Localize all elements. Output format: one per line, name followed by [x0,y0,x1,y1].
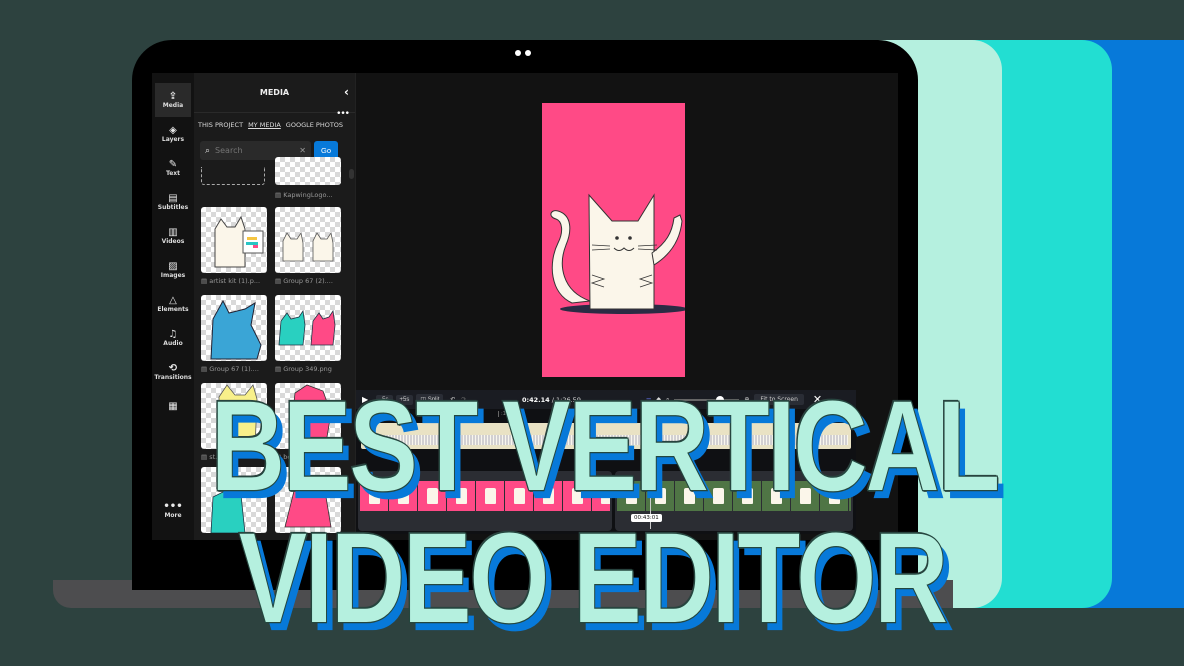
tab-this-project[interactable]: THIS PROJECT [198,121,243,129]
tab-google-photos[interactable]: GOOGLE PHOTOS [286,121,343,129]
upload-placeholder[interactable] [201,167,265,185]
sidebar-item-label: Media [162,102,184,109]
sidebar-item-label: Elements [157,306,189,313]
sidebar-item-label: Images [160,272,186,279]
media-thumb[interactable] [275,207,341,273]
sidebar-item-label: Text [165,170,181,177]
media-thumb[interactable] [275,295,341,361]
sidebar-item-images[interactable]: ▨ Images [155,253,191,287]
search-icon: ⌕ [205,145,211,156]
media-thumb[interactable] [201,295,267,361]
media-caption: ▤ Group 349.png [275,365,332,373]
shapes-icon: △ [169,295,177,306]
media-caption: ▤ Group 67 (1).... [201,365,259,373]
sidebar-item-audio[interactable]: ♫ Audio [155,321,191,355]
media-caption: ▤ artist kit (1).p... [201,277,261,285]
sidebar-item-text[interactable]: ✎ Text [155,151,191,185]
media-scrollbar-thumb[interactable] [349,169,354,179]
film-icon: ▥ [168,227,178,238]
more-options-icon[interactable]: ••• [336,109,350,119]
sidebar-item-label: Layers [161,136,185,143]
media-caption: ▤ KapwingLogo... [275,191,333,199]
clear-search-icon[interactable]: ✕ [299,146,306,155]
search-input[interactable] [215,146,286,155]
sidebar-item-media[interactable]: ⇪ Media [155,83,191,117]
media-tabs: THIS PROJECT MY MEDIA GOOGLE PHOTOS [194,113,355,129]
headline-line-1: BEST VERTICAL [210,374,1001,520]
collapse-panel-icon[interactable]: ‹ [344,85,349,99]
sidebar-item-subtitles[interactable]: ▤ Subtitles [155,185,191,219]
upload-cloud-icon: ⇪ [168,91,178,102]
music-note-icon: ♫ [168,329,178,340]
subtitles-icon: ▤ [168,193,178,204]
tab-my-media[interactable]: MY MEDIA [248,121,281,129]
sidebar-item-layers[interactable]: ◈ Layers [155,117,191,151]
headline-line-2: VIDEO EDITOR [238,506,950,652]
panel-title: MEDIA [259,88,290,97]
sidebar-item-videos[interactable]: ▥ Videos [155,219,191,253]
edit-text-icon: ✎ [168,159,178,170]
sidebar-item-elements[interactable]: △ Elements [155,287,191,321]
panel-header: MEDIA ‹ [194,73,355,113]
image-icon: ▨ [168,261,178,272]
sidebar-item-label: Subtitles [157,204,189,211]
media-caption: ▤ Group 67 (2).... [275,277,333,285]
video-preview-canvas[interactable] [542,103,688,377]
sidebar-item-label: Audio [163,340,183,347]
layers-icon: ◈ [169,125,177,136]
media-thumb[interactable] [275,157,341,185]
waving-cat-illustration [550,193,688,314]
media-thumb[interactable] [201,207,267,273]
search-row: ⌕ ✕ Go [194,129,355,160]
camera-dots [515,50,531,56]
sidebar-item-label: Videos [161,238,185,245]
